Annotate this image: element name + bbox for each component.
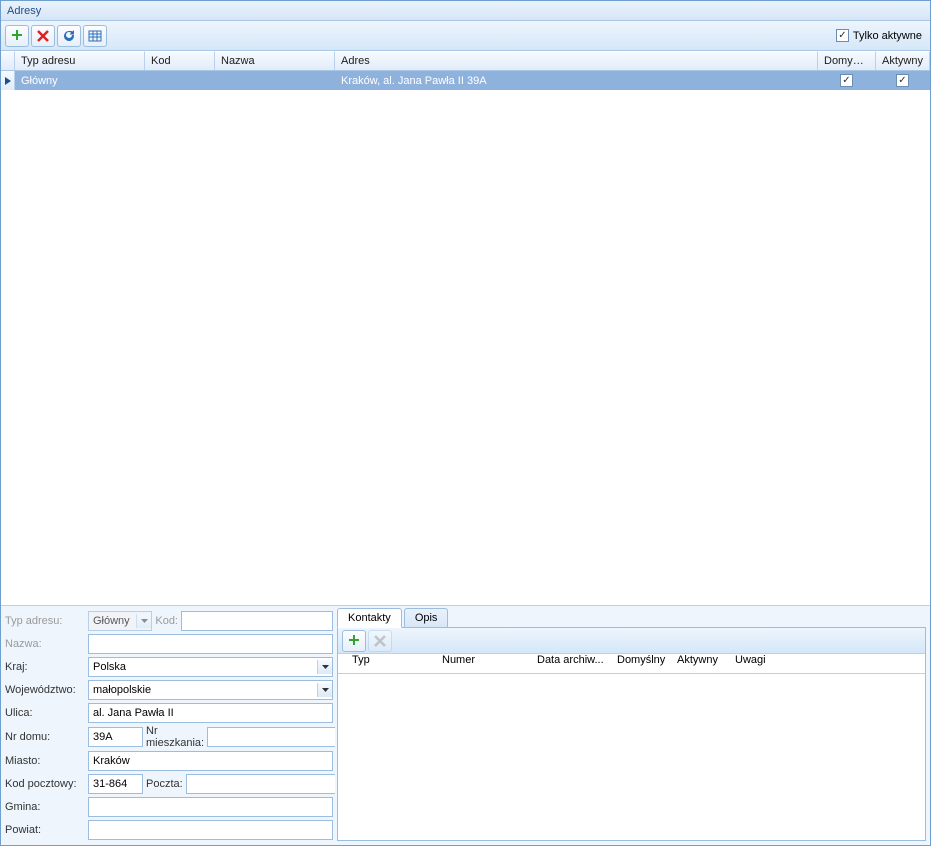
x-icon (373, 634, 387, 648)
label-nr-mieszkania: Nr mieszkania: (146, 725, 204, 749)
grid-header-selector[interactable] (1, 51, 15, 70)
input-miasto[interactable] (88, 751, 333, 771)
add-button[interactable] (5, 25, 29, 47)
label-kod-pocztowy: Kod pocztowy: (5, 778, 85, 790)
label-powiat: Powiat: (5, 824, 85, 836)
sub-head-numer[interactable]: Numer (442, 654, 537, 673)
plus-icon (10, 29, 24, 43)
label-poczta: Poczta: (146, 778, 183, 790)
grid-header-domyslny[interactable]: Domyślny (818, 51, 876, 70)
label-miasto: Miasto: (5, 755, 85, 767)
label-kod: Kod: (155, 615, 178, 627)
select-kraj[interactable]: Polska (88, 657, 333, 677)
only-active-checkbox[interactable] (836, 29, 849, 42)
cell-kod (145, 71, 215, 90)
grid-header-typ[interactable]: Typ adresu (15, 51, 145, 70)
checkbox-aktywny[interactable] (896, 74, 909, 87)
label-typ-adresu: Typ adresu: (5, 615, 85, 627)
select-wojewodztwo-value: małopolskie (93, 684, 151, 696)
title-bar: Adresy (1, 1, 930, 21)
select-kraj-value: Polska (93, 661, 126, 673)
x-icon (36, 29, 50, 43)
tab-kontakty[interactable]: Kontakty (337, 608, 402, 628)
input-nazwa[interactable] (88, 634, 333, 654)
chevron-down-icon (317, 660, 332, 674)
grid-header-aktywny[interactable]: Aktywny (876, 51, 930, 70)
label-gmina: Gmina: (5, 801, 85, 813)
sub-head-uwagi[interactable]: Uwagi (735, 654, 925, 673)
refresh-icon (62, 29, 76, 43)
cell-adres: Kraków, al. Jana Pawła II 39A (335, 71, 818, 90)
sub-head-domyslny[interactable]: Domyślny (617, 654, 677, 673)
select-typ-adresu: Główny (88, 611, 152, 631)
grid-body: Główny Kraków, al. Jana Pawła II 39A (1, 71, 930, 605)
sub-head-data-archiw[interactable]: Data archiw... (537, 654, 617, 673)
sub-head-aktywny[interactable]: Aktywny (677, 654, 735, 673)
sub-head-typ[interactable]: Typ (352, 654, 442, 673)
input-poczta[interactable] (186, 774, 338, 794)
chevron-down-icon (136, 614, 151, 628)
select-typ-adresu-value: Główny (93, 615, 130, 627)
window-adresy: Adresy Tylko aktywne Typ adresu Kod Nazw… (0, 0, 931, 846)
cell-domyslny (818, 71, 876, 90)
grid-header-adres[interactable]: Adres (335, 51, 818, 70)
table-icon (88, 29, 102, 43)
label-nr-domu: Nr domu: (5, 731, 85, 743)
tab-opis[interactable]: Opis (404, 608, 449, 628)
toolbar-main: Tylko aktywne (1, 21, 930, 51)
label-kraj: Kraj: (5, 661, 85, 673)
input-kod[interactable] (181, 611, 333, 631)
only-active-label: Tylko aktywne (853, 30, 922, 42)
export-button[interactable] (83, 25, 107, 47)
label-ulica: Ulica: (5, 707, 85, 719)
cell-aktywny (876, 71, 930, 90)
window-title: Adresy (7, 5, 41, 17)
right-pane: Kontakty Opis Typ Numer Data archiw... (335, 606, 930, 845)
form-pane: Typ adresu: Główny Kod: Nazwa: Kraj: Pol… (1, 606, 335, 845)
table-row[interactable]: Główny Kraków, al. Jana Pawła II 39A (1, 71, 930, 90)
plus-icon (347, 634, 361, 648)
input-gmina[interactable] (88, 797, 333, 817)
tab-body-kontakty: Typ Numer Data archiw... Domyślny Aktywn… (337, 627, 926, 841)
refresh-button[interactable] (57, 25, 81, 47)
delete-button[interactable] (31, 25, 55, 47)
sub-toolbar (338, 628, 925, 654)
bottom-pane: Typ adresu: Główny Kod: Nazwa: Kraj: Pol… (1, 605, 930, 845)
label-wojewodztwo: Województwo: (5, 684, 85, 696)
chevron-down-icon (317, 683, 332, 697)
toolbar-right: Tylko aktywne (836, 29, 922, 42)
input-nr-domu[interactable] (88, 727, 143, 747)
sub-delete-button (368, 630, 392, 652)
sub-grid-body (338, 674, 925, 840)
grid-header-kod[interactable]: Kod (145, 51, 215, 70)
cell-nazwa (215, 71, 335, 90)
input-powiat[interactable] (88, 820, 333, 840)
row-indicator (1, 71, 15, 90)
input-ulica[interactable] (88, 703, 333, 723)
input-kod-pocztowy[interactable] (88, 774, 143, 794)
label-nazwa: Nazwa: (5, 638, 85, 650)
sub-add-button[interactable] (342, 630, 366, 652)
grid-header-nazwa[interactable]: Nazwa (215, 51, 335, 70)
cell-typ: Główny (15, 71, 145, 90)
sub-grid-header: Typ Numer Data archiw... Domyślny Aktywn… (338, 654, 925, 674)
grid-header: Typ adresu Kod Nazwa Adres Domyślny Akty… (1, 51, 930, 71)
sub-grid-selector[interactable] (338, 654, 352, 673)
tabs: Kontakty Opis (337, 608, 926, 628)
select-wojewodztwo[interactable]: małopolskie (88, 680, 333, 700)
checkbox-domyslny[interactable] (840, 74, 853, 87)
